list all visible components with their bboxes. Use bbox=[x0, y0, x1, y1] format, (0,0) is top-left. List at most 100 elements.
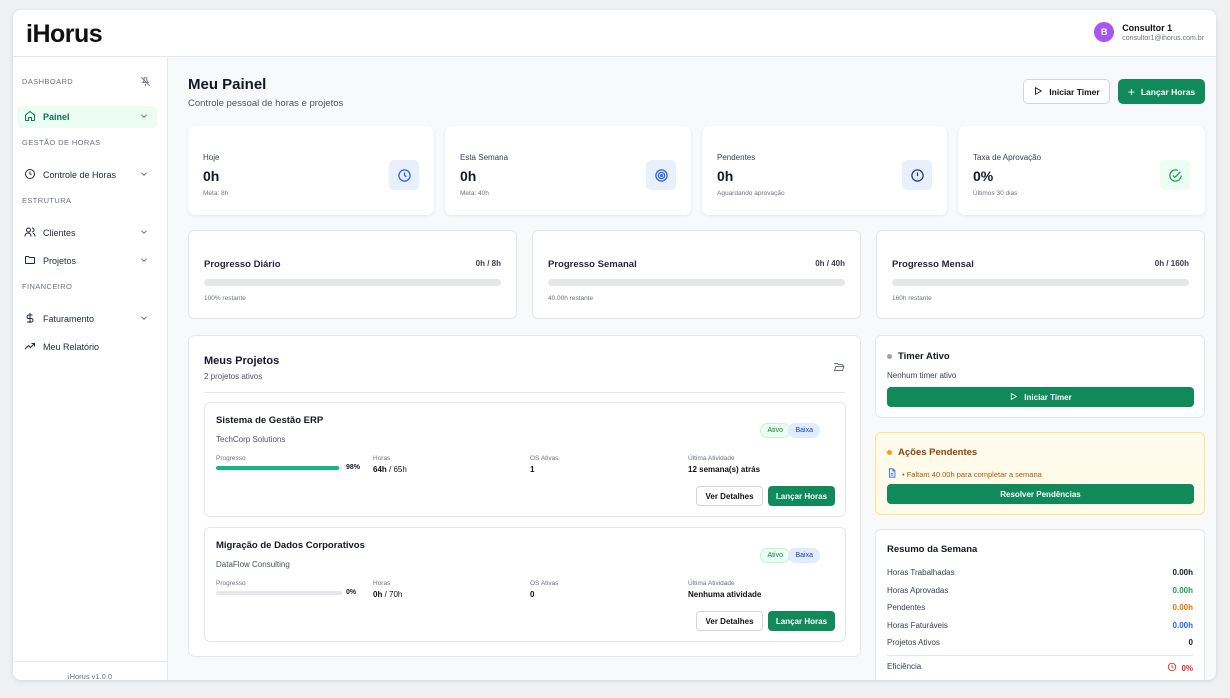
status-dot-icon bbox=[887, 450, 892, 455]
page-subtitle: Controle pessoal de horas e projetos bbox=[188, 98, 344, 109]
pin-off-icon[interactable] bbox=[140, 74, 151, 92]
timer-status: Nenhum timer ativo bbox=[887, 371, 957, 380]
plus-icon: + bbox=[1127, 84, 1135, 99]
start-timer-label: Iniciar Timer bbox=[1024, 392, 1072, 402]
project-card[interactable]: Migração de Dados Corporativos DataFlow … bbox=[204, 527, 846, 642]
stat-label: Taxa de Aprovação bbox=[973, 153, 1042, 162]
summary-row: Horas Trabalhadas 0.00h bbox=[887, 568, 1193, 577]
project-progress-pct: 98% bbox=[346, 464, 361, 471]
sidebar-item-label: Painel bbox=[43, 112, 70, 122]
main-content: Meu Painel Controle pessoal de horas e p… bbox=[168, 57, 1216, 680]
progress-value: 0h / 40h bbox=[815, 259, 845, 268]
progress-card-weekly: Progresso Semanal 0h / 40h 40.00h restan… bbox=[532, 230, 861, 319]
project-last-activity: Nenhuma atividade bbox=[688, 590, 762, 599]
alert-circle-icon bbox=[902, 160, 932, 190]
status-dot-icon bbox=[887, 354, 892, 359]
start-timer-button[interactable]: Iniciar Timer bbox=[887, 387, 1194, 407]
sidebar-item-clientes[interactable]: Clientes bbox=[17, 222, 157, 244]
progress-bar bbox=[204, 279, 501, 286]
summary-value: 0 bbox=[1188, 638, 1193, 647]
summary-row: Pendentes 0.00h bbox=[887, 603, 1193, 612]
priority-badge: Baixa bbox=[788, 423, 820, 438]
summary-value: 0.00h bbox=[1172, 603, 1193, 612]
progress-bar bbox=[548, 279, 845, 286]
file-icon bbox=[887, 465, 897, 483]
sidebar-item-label: Meu Relatório bbox=[43, 342, 100, 352]
sidebar-item-label: Clientes bbox=[43, 228, 76, 238]
sidebar: DASHBOARD Painel GESTÃO DE HORAS Control… bbox=[13, 57, 168, 680]
start-timer-label: Iniciar Timer bbox=[1049, 86, 1100, 97]
efficiency-row: Eficiência 0% bbox=[887, 662, 1193, 674]
stat-card-approval: Taxa de Aprovação 0% Últimos 30 dias bbox=[958, 126, 1205, 215]
project-progress-pct: 0% bbox=[346, 589, 357, 596]
divider bbox=[887, 655, 1193, 656]
pending-actions-card: Ações Pendentes • Faltam 40.00h para com… bbox=[875, 432, 1205, 515]
progress-remaining: 100% restante bbox=[204, 295, 246, 302]
project-client: TechCorp Solutions bbox=[216, 435, 286, 444]
sidebar-item-meu-relatorio[interactable]: Meu Relatório bbox=[17, 336, 157, 358]
summary-row: Horas Faturáveis 0.00h bbox=[887, 621, 1193, 630]
hours-done: 64h bbox=[373, 465, 387, 474]
sidebar-item-projetos[interactable]: Projetos bbox=[17, 250, 157, 272]
sidebar-item-label: Controle de Horas bbox=[43, 170, 117, 180]
chevron-down-icon bbox=[139, 227, 149, 239]
project-progress-fill bbox=[216, 466, 340, 470]
projects-title: Meus Projetos bbox=[204, 355, 280, 367]
timer-card: Timer Ativo Nenhum timer ativo Iniciar T… bbox=[875, 335, 1205, 418]
users-icon bbox=[24, 226, 36, 240]
play-icon bbox=[1009, 392, 1018, 403]
progress-value: 0h / 160h bbox=[1154, 259, 1189, 268]
progress-title: Progresso Mensal bbox=[892, 259, 974, 270]
project-card[interactable]: Sistema de Gestão ERP TechCorp Solutions… bbox=[204, 402, 846, 517]
progress-value: 0h / 8h bbox=[475, 259, 501, 268]
projects-card: Meus Projetos 2 projetos ativos Sistema … bbox=[188, 335, 861, 657]
stat-label: Esta Semana bbox=[460, 153, 509, 162]
chevron-down-icon bbox=[139, 111, 149, 123]
log-hours-button[interactable]: Lançar Horas bbox=[768, 486, 835, 506]
summary-value: 0.00h bbox=[1172, 586, 1193, 595]
pending-title: Ações Pendentes bbox=[898, 447, 978, 458]
log-hours-button[interactable]: + Lançar Horas bbox=[1118, 79, 1205, 104]
os-label: OS Ativas bbox=[530, 455, 559, 462]
sidebar-item-painel[interactable]: Painel bbox=[17, 106, 157, 128]
app-logo[interactable]: iHorus bbox=[26, 20, 103, 49]
summary-label: Pendentes bbox=[887, 603, 926, 612]
project-name: Migração de Dados Corporativos bbox=[216, 540, 365, 551]
clock-alert-icon bbox=[1167, 662, 1177, 674]
start-timer-button[interactable]: Iniciar Timer bbox=[1023, 79, 1110, 104]
summary-value: 0.00h bbox=[1172, 621, 1193, 630]
log-hours-label: Lançar Horas bbox=[1140, 86, 1196, 97]
progress-card-monthly: Progresso Mensal 0h / 160h 160h restante bbox=[876, 230, 1205, 319]
hours-label: Horas bbox=[373, 455, 391, 462]
chevron-down-icon bbox=[139, 169, 149, 181]
hours-done: 0h bbox=[373, 590, 383, 599]
sidebar-item-faturamento[interactable]: Faturamento bbox=[17, 308, 157, 330]
sidebar-item-controle-horas[interactable]: Controle de Horas bbox=[17, 164, 157, 186]
stat-sub: Aguardando aprovação bbox=[717, 190, 785, 197]
avatar[interactable]: B bbox=[1094, 22, 1115, 42]
project-hours: 64h / 65h bbox=[373, 465, 407, 474]
log-hours-button[interactable]: Lançar Horas bbox=[768, 611, 835, 631]
sidebar-item-label: Projetos bbox=[43, 256, 77, 266]
summary-label: Horas Trabalhadas bbox=[887, 568, 955, 577]
view-details-button[interactable]: Ver Detalhes bbox=[696, 486, 763, 506]
stat-value: 0h bbox=[717, 168, 734, 184]
status-badge: Ativo bbox=[760, 423, 790, 438]
check-circle-icon bbox=[1160, 160, 1190, 190]
summary-label: Horas Faturáveis bbox=[887, 621, 948, 630]
view-details-button[interactable]: Ver Detalhes bbox=[696, 611, 763, 631]
summary-title: Resumo da Semana bbox=[887, 544, 978, 555]
last-activity-label: Última Atividade bbox=[688, 580, 735, 587]
progress-title: Progresso Diário bbox=[204, 259, 281, 270]
play-icon bbox=[1033, 86, 1043, 98]
folder-icon bbox=[24, 254, 36, 268]
hours-total: / 70h bbox=[382, 590, 403, 599]
status-badge: Ativo bbox=[760, 548, 790, 563]
user-email: consultor1@ihorus.com.br bbox=[1122, 34, 1204, 42]
folder-open-icon[interactable] bbox=[833, 360, 845, 378]
target-icon bbox=[646, 160, 676, 190]
stat-label: Hoje bbox=[203, 153, 220, 162]
clock-icon bbox=[389, 160, 419, 190]
resolve-pending-button[interactable]: Resolver Pendências bbox=[887, 484, 1194, 504]
user-menu[interactable]: B Consultor 1 consultor1@ihorus.com.br bbox=[1094, 22, 1204, 42]
